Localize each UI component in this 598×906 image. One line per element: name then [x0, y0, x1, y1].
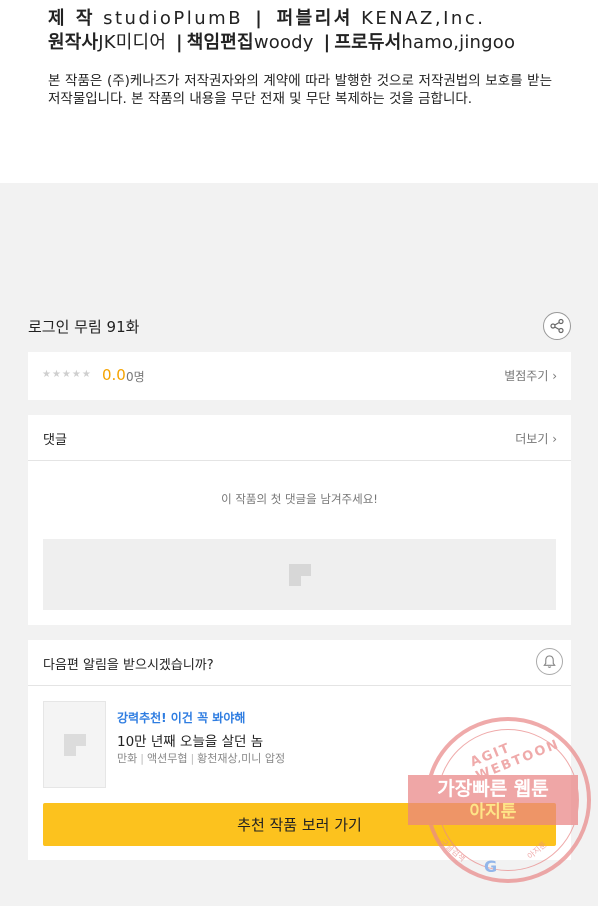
share-icon	[550, 318, 564, 334]
comment-banner-placeholder[interactable]	[43, 539, 556, 610]
episode-title: 로그인 무림 91화	[28, 318, 140, 336]
genre-divider: |	[190, 752, 195, 765]
watermark-stamp: AGIT WEBTOON 가장빠른 웹툰 아지툰 구글검색 아지툰 G	[408, 717, 591, 885]
producer-label: 프로듀서	[334, 32, 402, 53]
rating-card: ★★★★★ 0.0 0명 별점주기 ›	[28, 352, 571, 400]
recommendation-title[interactable]: 10만 년째 오늘을 살던 놈	[117, 730, 263, 750]
comment-more-link[interactable]: 더보기 ›	[515, 430, 557, 447]
producer-value: hamo,jingoo	[401, 32, 516, 53]
original-label: 원작사	[48, 32, 99, 53]
rater-count: 0명	[126, 370, 145, 384]
comment-header: 댓글 더보기 ›	[28, 415, 571, 461]
star-rating-icons: ★★★★★	[42, 369, 92, 380]
empty-comment-message: 이 작품의 첫 댓글을 남겨주세요!	[221, 492, 378, 506]
rate-button[interactable]: 별점주기 ›	[504, 367, 557, 384]
original-value: JK미디어	[98, 32, 167, 53]
notify-question: 다음편 알림을 받으시겠습니까?	[43, 658, 214, 673]
recommendation-genres: 만화 | 액션무협 | 황천재상,미니 압정	[117, 750, 285, 766]
notify-header: 다음편 알림을 받으시겠습니까?	[28, 640, 571, 686]
genre-divider: |	[140, 752, 144, 765]
genre-item: 액션무협	[146, 752, 188, 765]
google-g-icon: G	[484, 857, 498, 876]
watermark-sub-text: 아지툰	[469, 802, 517, 822]
bell-icon	[543, 655, 556, 668]
recommendation-thumbnail[interactable]	[43, 701, 106, 788]
watermark-main-text: 가장빠른 웹툰	[437, 778, 549, 800]
publisher-value: KENAZ,Inc.	[361, 8, 486, 29]
share-button[interactable]	[543, 312, 571, 340]
genre-item: 만화	[117, 752, 138, 765]
editor-label: 책임편집	[186, 32, 254, 53]
credit-separator: |	[255, 8, 265, 29]
notify-bell-button[interactable]	[536, 648, 563, 675]
production-label: 제 작	[48, 8, 95, 29]
editor-value: woody	[253, 32, 314, 53]
credit-line-1: 제 작 studioPlumB | 퍼블리셔 KENAZ,Inc.	[48, 8, 552, 30]
rating-score: 0.0	[102, 366, 126, 384]
comment-card: 댓글 더보기 › 이 작품의 첫 댓글을 남겨주세요!	[28, 415, 571, 625]
credit-separator: |	[176, 32, 183, 53]
credit-line-2: 원작사JK미디어 | 책임편집woody | 프로듀서hamo,jingoo	[48, 32, 552, 54]
credit-separator: |	[323, 32, 331, 53]
recommendation-tag: 강력추천! 이건 꼭 봐야해	[117, 711, 246, 725]
comment-label: 댓글	[43, 433, 67, 448]
image-placeholder-icon	[63, 733, 86, 756]
image-placeholder-icon	[288, 563, 311, 586]
genre-item: 황천재상,미니 압정	[197, 752, 286, 765]
copyright-notice: 본 작품은 (주)케나즈가 저작권자와의 계약에 따라 발행한 것으로 저작권법…	[48, 73, 552, 107]
credits-section: 제 작 studioPlumB | 퍼블리셔 KENAZ,Inc. 원작사JK미…	[0, 0, 598, 183]
publisher-label: 퍼블리셔	[276, 8, 353, 29]
production-value: studioPlumB	[103, 8, 244, 29]
